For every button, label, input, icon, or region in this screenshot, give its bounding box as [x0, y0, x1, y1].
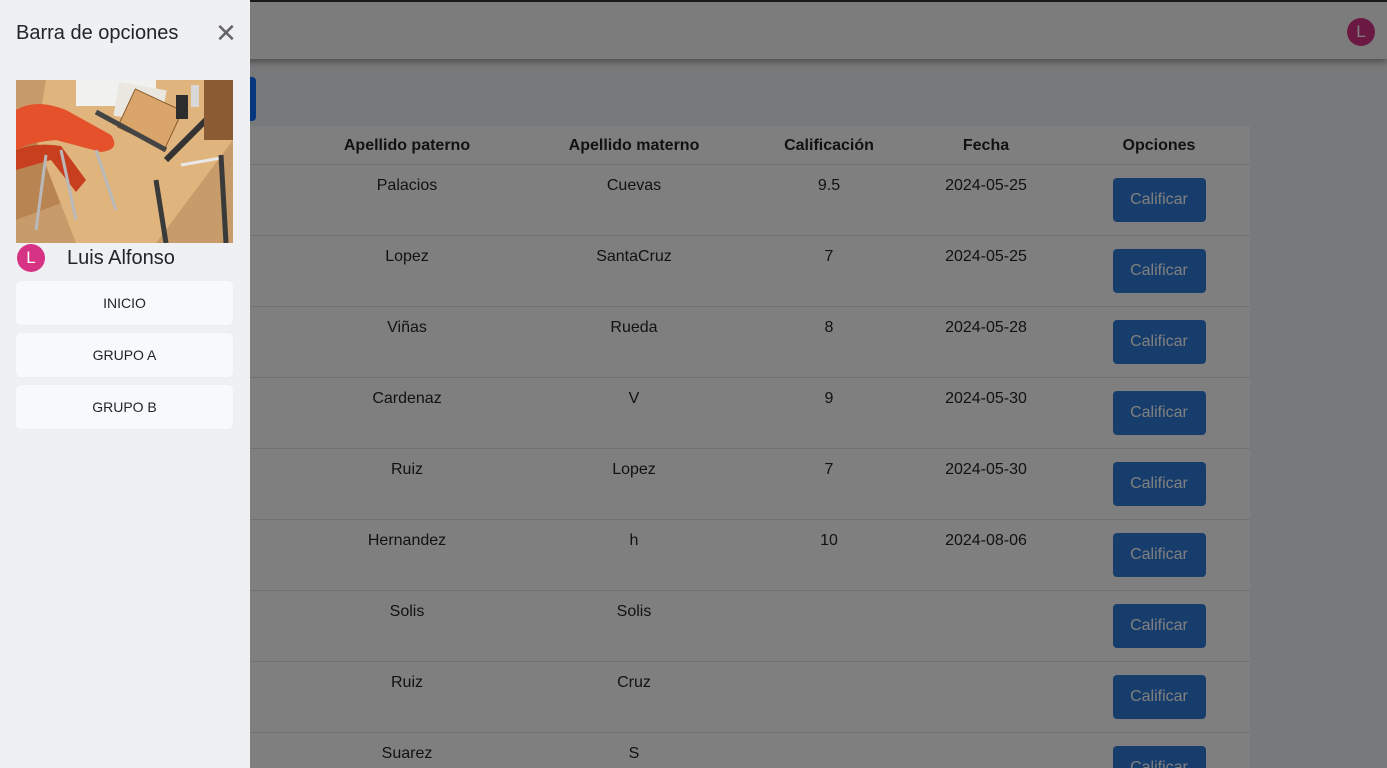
sidebar-item-grupo-b[interactable]: GRUPO B	[16, 385, 233, 429]
sidebar-item-grupo-a[interactable]: GRUPO A	[16, 333, 233, 377]
sidebar-user-avatar: L	[17, 244, 45, 272]
close-icon[interactable]: ✕	[213, 20, 239, 46]
sidebar-user-name: Luis Alfonso	[67, 247, 175, 269]
desk-photo	[16, 80, 233, 243]
sidebar-title: Barra de opciones	[16, 22, 179, 44]
sidebar-offcanvas: Barra de opciones ✕ L Luis Alfonso INICI	[0, 0, 250, 768]
desk-photo-illustration	[16, 80, 233, 243]
sidebar-item-inicio[interactable]: INICIO	[16, 281, 233, 325]
